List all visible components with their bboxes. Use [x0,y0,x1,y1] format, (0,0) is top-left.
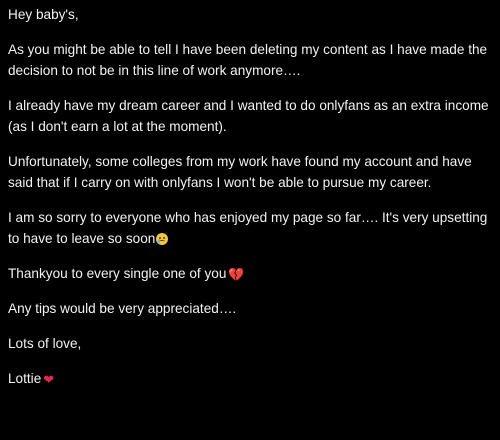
paragraph-apology: I am so sorry to everyone who has enjoye… [8,207,492,249]
paragraph-tips: Any tips would be very appreciated…. [8,298,492,319]
greeting-label: Hey baby's, [8,7,79,22]
paragraph-deleting-content: As you might be able to tell I have been… [8,39,492,81]
closing-label: Lots of love, [8,336,82,351]
paragraph-5-text: Thankyou to every single one of you [8,266,227,281]
paragraph-3-text: Unfortunately, some colleges from my wor… [8,154,472,190]
signature-name: Lottie [8,371,42,386]
paragraph-4-text: I am so sorry to everyone who has enjoye… [8,210,488,246]
broken-heart-icon: 💔 [228,268,245,283]
sad-crying-face-icon [156,233,169,245]
heart-icon: ❤ [43,373,55,388]
greeting-text: Hey baby's, [8,4,492,25]
post-body: Hey baby's, As you might be able to tell… [0,0,500,440]
signature-line: Lottie ❤ [8,368,492,389]
closing-text: Lots of love, [8,333,492,354]
paragraph-thanks: Thankyou to every single one of you 💔 [8,263,492,284]
paragraph-6-text: Any tips would be very appreciated…. [8,301,237,316]
paragraph-1-text: As you might be able to tell I have been… [8,42,488,78]
paragraph-dream-career: I already have my dream career and I wan… [8,95,492,137]
paragraph-colleagues: Unfortunately, some colleges from my wor… [8,151,492,193]
paragraph-2-text: I already have my dream career and I wan… [8,98,489,134]
